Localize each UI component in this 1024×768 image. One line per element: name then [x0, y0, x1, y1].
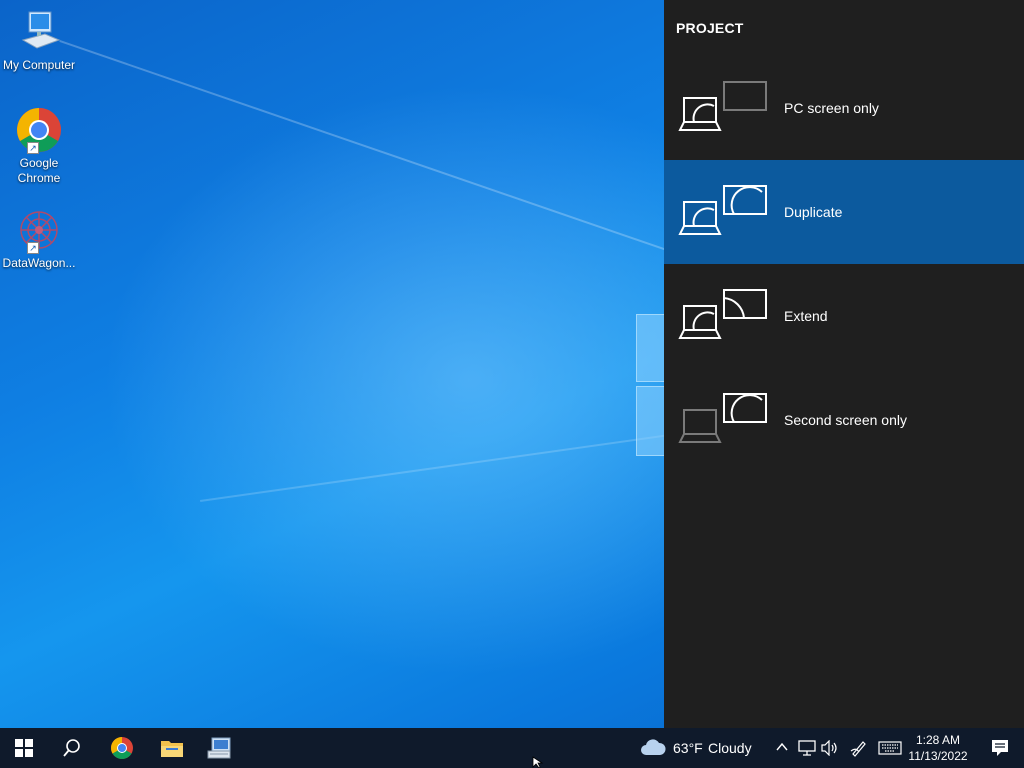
clock-time: 1:28 AM	[915, 733, 961, 747]
file-explorer-button[interactable]	[148, 728, 196, 768]
pc-screen-only-icon	[678, 78, 788, 138]
computer-icon	[15, 8, 63, 56]
duplicate-icon	[678, 182, 788, 242]
clock-date: 11/13/2022	[908, 749, 968, 763]
taskbar-clock[interactable]: 1:28 AM 11/13/2022	[904, 732, 972, 764]
wallpaper-beam	[200, 430, 696, 502]
shortcut-arrow-icon: ↗	[27, 242, 39, 254]
option-label: Extend	[784, 308, 828, 324]
keyboard-icon[interactable]	[878, 741, 902, 755]
chrome-icon	[111, 737, 133, 759]
volume-icon[interactable]	[821, 740, 839, 756]
option-duplicate[interactable]: Duplicate	[664, 160, 1024, 264]
datawagon-icon: ↗	[15, 206, 63, 254]
remote-app-button[interactable]	[196, 728, 244, 768]
keyboard-monitor-icon	[207, 737, 231, 759]
taskbar: 63°F Cloudy 1:28 AM 11/13/2022	[0, 728, 1024, 768]
chrome-taskbar-button[interactable]	[98, 728, 146, 768]
search-button[interactable]	[48, 728, 96, 768]
mouse-cursor-icon	[532, 756, 544, 768]
weather-temperature[interactable]: 63°F	[673, 740, 703, 756]
chevron-up-icon[interactable]	[776, 742, 788, 752]
desktop-icon-google-chrome[interactable]: ↗ Google Chrome	[0, 106, 78, 186]
network-icon[interactable]	[798, 740, 816, 756]
option-extend[interactable]: Extend	[664, 264, 1024, 368]
option-label: Second screen only	[784, 412, 907, 428]
option-pc-screen-only[interactable]: PC screen only	[664, 56, 1024, 160]
wallpaper-beam	[59, 40, 722, 270]
notification-button[interactable]	[976, 728, 1024, 768]
folder-icon	[161, 741, 183, 757]
shortcut-arrow-icon: ↗	[27, 142, 39, 154]
notification-icon	[992, 740, 1008, 756]
desktop-icon-datawagon[interactable]: ↗ DataWagon...	[0, 206, 78, 271]
cloud-icon	[641, 739, 666, 755]
project-panel: PROJECT PC screen only Duplicate Extend …	[664, 0, 1024, 728]
desktop-icon-my-computer[interactable]: My Computer	[0, 8, 78, 73]
extend-icon	[678, 286, 788, 346]
project-title: PROJECT	[676, 20, 744, 36]
windows-logo-icon	[15, 739, 33, 757]
option-label: PC screen only	[784, 100, 879, 116]
search-icon	[63, 739, 80, 757]
chrome-icon: ↗	[15, 106, 63, 154]
weather-condition[interactable]: Cloudy	[708, 740, 752, 756]
start-button[interactable]	[0, 728, 48, 768]
desktop-icon-label: My Computer	[2, 58, 76, 72]
option-second-screen-only[interactable]: Second screen only	[664, 368, 1024, 472]
second-screen-only-icon	[678, 390, 788, 450]
option-label: Duplicate	[784, 204, 843, 220]
desktop-icon-label: Google Chrome	[17, 156, 61, 185]
desktop-icon-label: DataWagon...	[2, 256, 76, 270]
pen-icon[interactable]	[850, 739, 868, 757]
